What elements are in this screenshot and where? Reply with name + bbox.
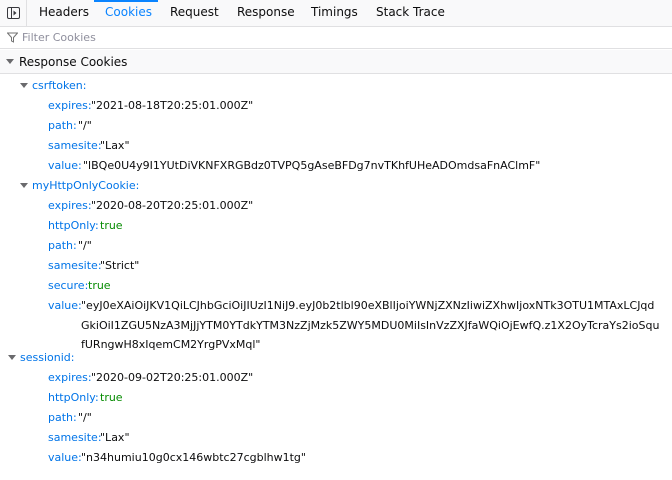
- property-value: "n34humiu10g0cx146wbtc27cgblhw1tg": [81, 451, 306, 464]
- property-value: "/": [78, 239, 92, 252]
- property-key: secure:: [48, 279, 89, 292]
- chevron-down-icon: [6, 59, 14, 64]
- property-key: path:: [48, 119, 77, 132]
- tab-timings[interactable]: Timings: [309, 0, 360, 26]
- property-key: samesite:: [48, 259, 102, 272]
- tab-headers[interactable]: Headers: [37, 0, 91, 26]
- sidebar-toggle-icon: [6, 7, 20, 19]
- cookie-property-row[interactable]: expires: "2020-08-20T20:25:01.000Z": [0, 196, 672, 216]
- property-key: expires:: [48, 371, 92, 384]
- tab-cookies[interactable]: Cookies: [103, 0, 154, 26]
- property-key: samesite:: [48, 139, 102, 152]
- filter-cookies-input[interactable]: [22, 29, 622, 46]
- cookie-property-row[interactable]: expires: "2020-09-02T20:25:01.000Z": [0, 368, 672, 388]
- tab-response[interactable]: Response: [235, 0, 297, 26]
- cookie-name: myHttpOnlyCookie:: [32, 179, 140, 192]
- chevron-down-icon: [20, 183, 28, 188]
- property-key: samesite:: [48, 431, 102, 444]
- cookie-property-row[interactable]: httpOnly: true: [0, 388, 672, 408]
- property-value: "2020-08-20T20:25:01.000Z": [91, 199, 254, 212]
- toggle-sidebar-button[interactable]: [0, 0, 27, 26]
- filter-icon: [7, 32, 18, 43]
- cookie-property-row[interactable]: path: "/": [0, 408, 672, 428]
- cookie-property-row[interactable]: value: "lBQe0U4y9I1YUtDiVKNFXRGBdz0TVPQ5…: [0, 156, 672, 176]
- property-key: value:: [48, 451, 82, 464]
- filter-bar: [0, 27, 672, 49]
- cookie-property-row[interactable]: path: "/": [0, 116, 672, 136]
- property-value: "Lax": [100, 139, 130, 152]
- response-cookies-section-header[interactable]: Response Cookies: [0, 50, 672, 74]
- tab-request[interactable]: Request: [168, 0, 221, 26]
- chevron-down-icon: [8, 355, 16, 360]
- property-key: httpOnly:: [48, 219, 99, 232]
- chevron-down-icon: [20, 83, 28, 88]
- property-key: path:: [48, 411, 77, 424]
- section-title: Response Cookies: [19, 55, 128, 69]
- property-value: true: [88, 279, 111, 292]
- details-tab-bar: Headers Cookies Request Response Timings…: [0, 0, 672, 27]
- property-key: path:: [48, 239, 77, 252]
- cookie-row-myhttponlycookie[interactable]: myHttpOnlyCookie:: [0, 176, 672, 196]
- cookie-name: sessionid:: [20, 351, 75, 364]
- cookie-row-sessionid[interactable]: sessionid:: [0, 348, 672, 368]
- tab-stack-trace[interactable]: Stack Trace: [374, 0, 447, 26]
- property-value: "eyJ0eXAiOiJKV1QiLCJhbGciOiJIUzI1NiJ9.ey…: [81, 299, 660, 351]
- cookie-property-row[interactable]: samesite: "Lax": [0, 136, 672, 156]
- property-key: expires:: [48, 99, 92, 112]
- property-value: "2020-09-02T20:25:01.000Z": [91, 371, 254, 384]
- property-key: expires:: [48, 199, 92, 212]
- property-key: value:: [48, 299, 82, 312]
- property-value: "/": [78, 119, 92, 132]
- cookie-name: csrftoken:: [32, 79, 87, 92]
- property-value: "lBQe0U4y9I1YUtDiVKNFXRGBdz0TVPQ5gAseBFD…: [83, 159, 541, 172]
- property-value: "/": [78, 411, 92, 424]
- property-value: true: [100, 391, 123, 404]
- cookie-property-row[interactable]: samesite: "Lax": [0, 428, 672, 448]
- property-value: "Lax": [100, 431, 130, 444]
- cookie-property-row[interactable]: value: "n34humiu10g0cx146wbtc27cgblhw1tg…: [0, 448, 672, 468]
- cookie-property-row[interactable]: secure: true: [0, 276, 672, 296]
- property-value: true: [100, 219, 123, 232]
- cookie-row-csrftoken[interactable]: csrftoken:: [0, 76, 672, 96]
- property-key: value:: [48, 159, 82, 172]
- cookie-property-row[interactable]: path: "/": [0, 236, 672, 256]
- property-value: "Strict": [100, 259, 140, 272]
- property-value: "2021-08-18T20:25:01.000Z": [91, 99, 254, 112]
- cookie-property-row[interactable]: httpOnly: true: [0, 216, 672, 236]
- cookie-property-row[interactable]: samesite: "Strict": [0, 256, 672, 276]
- property-key: httpOnly:: [48, 391, 99, 404]
- cookie-property-row[interactable]: expires: "2021-08-18T20:25:01.000Z": [0, 96, 672, 116]
